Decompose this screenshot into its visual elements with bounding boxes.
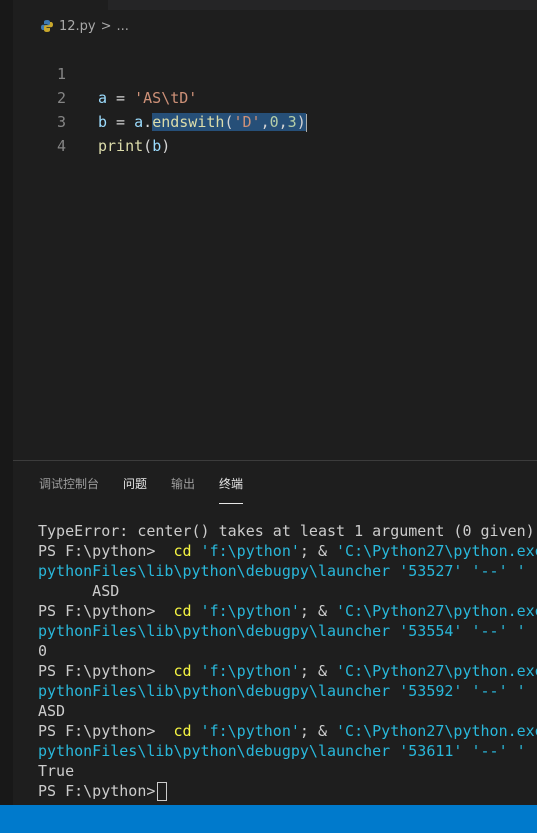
terminal-line: ASD xyxy=(38,702,66,720)
terminal-line: PS F:\python> xyxy=(38,781,537,801)
terminal-prompt: PS F:\python> xyxy=(38,662,165,680)
activity-bar-edge xyxy=(0,0,13,805)
tab-output[interactable]: 输出 xyxy=(171,475,195,503)
terminal-port: '53592' xyxy=(399,682,463,700)
terminal-command: cd xyxy=(164,722,192,740)
terminal-arg: 'C:\Python27\python.exe' xyxy=(336,662,537,680)
terminal-separator: ; & xyxy=(299,722,337,740)
terminal-line: True xyxy=(38,762,75,780)
terminal-output[interactable]: TypeError: center() takes at least 1 arg… xyxy=(38,521,537,801)
terminal-separator: ; & xyxy=(299,542,337,560)
active-editor-tab[interactable] xyxy=(13,0,108,10)
terminal-arg: 'f:\python' xyxy=(191,662,300,680)
terminal-arg: pythonFiles\lib\python\debugpy\launcher xyxy=(38,742,400,760)
terminal-port: '53527' xyxy=(399,562,463,580)
terminal-line: ASD xyxy=(38,582,120,600)
terminal-arg: '--' ' xyxy=(462,622,526,640)
breadcrumb-file-name[interactable]: 12.py xyxy=(59,19,96,34)
breadcrumb[interactable]: 12.py > ... xyxy=(40,15,129,37)
code-line[interactable]: 1 a = 'AS\tD' xyxy=(13,38,537,107)
terminal-line: 0 xyxy=(38,642,48,660)
terminal-arg: 'f:\python' xyxy=(191,542,300,560)
code-token: ( xyxy=(143,137,153,155)
terminal-arg: pythonFiles\lib\python\debugpy\launcher xyxy=(38,562,400,580)
line-number: 4 xyxy=(56,137,66,155)
terminal-arg: 'C:\Python27\python.exe' xyxy=(336,722,537,740)
terminal-command: cd xyxy=(164,662,192,680)
terminal-arg: 'f:\python' xyxy=(191,602,300,620)
terminal-arg: pythonFiles\lib\python\debugpy\launcher xyxy=(38,622,400,640)
terminal-line: PS F:\python> cd 'f:\python'; & 'C:\Pyth… xyxy=(38,721,537,741)
terminal-line: TypeError: center() takes at least 1 arg… xyxy=(38,522,535,540)
breadcrumb-more[interactable]: ... xyxy=(117,19,129,34)
terminal-arg: 'f:\python' xyxy=(191,722,300,740)
code-line[interactable]: 3 print(b) xyxy=(13,86,537,155)
code-editor[interactable]: 1 a = 'AS\tD' 2 b = a.endswith('D',0,3) … xyxy=(13,38,537,155)
panel-tab-bar: 调试控制台 问题 输出 终端 xyxy=(39,475,244,504)
terminal-arg: 'C:\Python27\python.exe' xyxy=(336,602,537,620)
tab-problems[interactable]: 问题 xyxy=(123,475,147,503)
terminal-cursor xyxy=(157,782,168,801)
code-token: b xyxy=(152,137,162,155)
terminal-line: pythonFiles\lib\python\debugpy\launcher … xyxy=(38,561,537,581)
terminal-arg: '--' ' xyxy=(462,562,526,580)
bottom-panel: 调试控制台 问题 输出 终端 TypeError: center() takes… xyxy=(13,460,537,806)
terminal-line: pythonFiles\lib\python\debugpy\launcher … xyxy=(38,741,537,761)
terminal-prompt: PS F:\python> xyxy=(38,782,156,800)
tab-debug-console[interactable]: 调试控制台 xyxy=(39,475,99,503)
terminal-command: cd xyxy=(164,602,192,620)
code-line[interactable]: 2 b = a.endswith('D',0,3) xyxy=(13,62,537,132)
terminal-line: PS F:\python> cd 'f:\python'; & 'C:\Pyth… xyxy=(38,661,537,681)
terminal-arg: '--' ' xyxy=(462,742,526,760)
terminal-line: pythonFiles\lib\python\debugpy\launcher … xyxy=(38,681,537,701)
terminal-prompt: PS F:\python> xyxy=(38,722,165,740)
terminal-separator: ; & xyxy=(299,662,337,680)
code-token: ) xyxy=(161,137,171,155)
terminal-prompt: PS F:\python> xyxy=(38,602,165,620)
code-line[interactable]: 4 xyxy=(13,110,537,155)
terminal-arg: 'C:\Python27\python.exe' xyxy=(336,542,537,560)
terminal-port: '53554' xyxy=(399,622,463,640)
chevron-right-icon: > xyxy=(100,18,112,34)
python-file-icon xyxy=(41,20,53,32)
tab-terminal[interactable]: 终端 xyxy=(219,475,244,504)
status-bar xyxy=(0,805,537,833)
terminal-line: PS F:\python> cd 'f:\python'; & 'C:\Pyth… xyxy=(38,541,537,561)
code-token: print xyxy=(98,137,144,155)
terminal-port: '53611' xyxy=(399,742,463,760)
terminal-prompt: PS F:\python> xyxy=(38,542,165,560)
terminal-separator: ; & xyxy=(299,602,337,620)
terminal-command: cd xyxy=(164,542,192,560)
terminal-line: PS F:\python> cd 'f:\python'; & 'C:\Pyth… xyxy=(38,601,537,621)
terminal-line: pythonFiles\lib\python\debugpy\launcher … xyxy=(38,621,537,641)
terminal-arg: '--' ' xyxy=(462,682,526,700)
terminal-arg: pythonFiles\lib\python\debugpy\launcher xyxy=(38,682,400,700)
